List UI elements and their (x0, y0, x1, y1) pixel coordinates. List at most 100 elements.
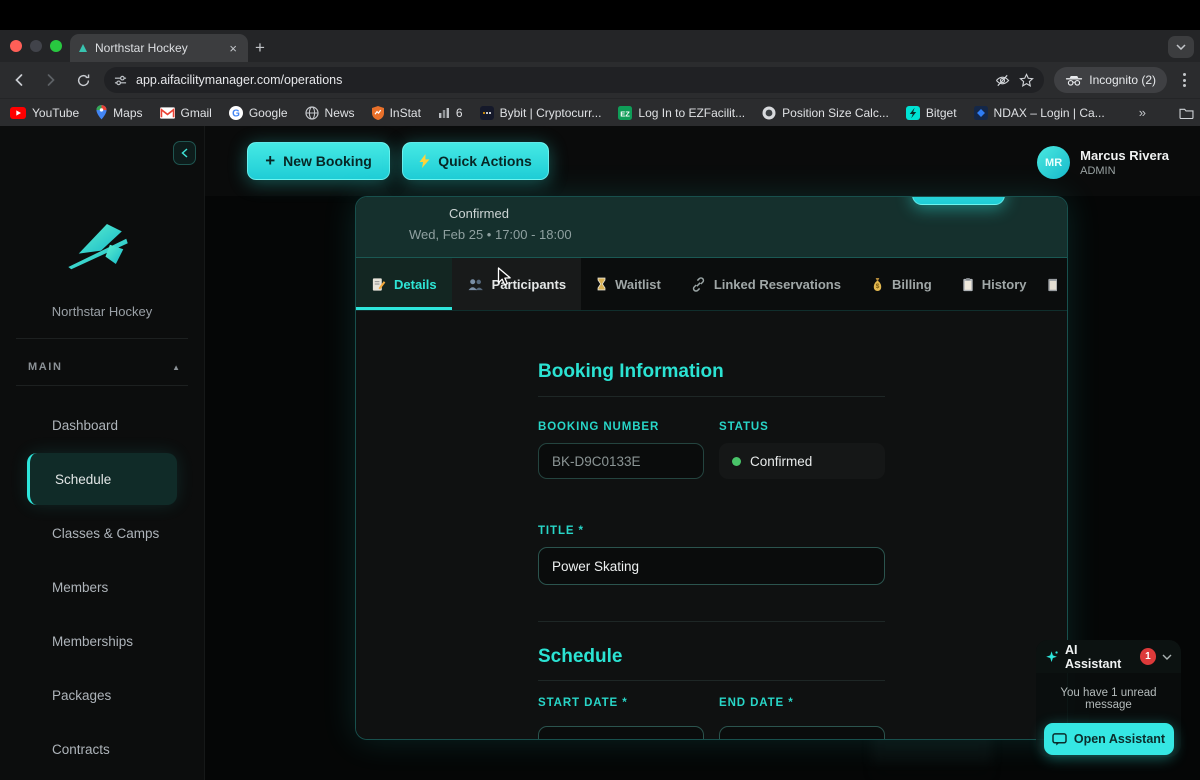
tab-billing[interactable]: $ Billing (856, 258, 947, 310)
sidebar-item-contracts[interactable]: Contracts (0, 722, 204, 776)
bookmark-maps[interactable]: Maps (96, 105, 142, 120)
bookmark-youtube[interactable]: YouTube (10, 106, 79, 120)
end-date-input[interactable] (719, 726, 885, 740)
close-window-button[interactable] (10, 40, 22, 52)
bookmark-bitget[interactable]: Bitget (906, 106, 957, 120)
booking-tabs: Details Participants Waitlist Linked Res… (356, 258, 1067, 311)
tab-title: Northstar Hockey (95, 41, 219, 55)
back-icon[interactable] (8, 72, 30, 88)
bookmark-ndax[interactable]: NDAX – Login | Ca... (974, 106, 1105, 120)
all-bookmarks-button[interactable]: All Bookmarks (1179, 106, 1200, 120)
bookmark-gmail[interactable]: Gmail (160, 106, 212, 120)
svg-text:$: $ (876, 283, 880, 290)
section-collapse-icon[interactable]: ▲ (172, 363, 180, 372)
title-input[interactable] (538, 547, 885, 585)
sidebar-item-dashboard[interactable]: Dashboard (0, 398, 204, 452)
sidebar-divider (16, 338, 188, 339)
bookmark-six[interactable]: 6 (438, 106, 463, 120)
reload-icon[interactable] (72, 73, 94, 88)
browser-menu-icon[interactable] (1177, 73, 1192, 87)
plus-icon: + (265, 151, 275, 171)
sidebar-item-packages[interactable]: Packages (0, 668, 204, 722)
chevron-down-icon[interactable] (1162, 654, 1172, 660)
sidebar-collapse-button[interactable] (173, 141, 196, 165)
instat-shield-icon (372, 106, 384, 120)
mac-menubar (0, 0, 1200, 30)
google-icon: G (229, 106, 243, 120)
svg-text:EZ: EZ (621, 109, 631, 118)
user-menu[interactable]: MR Marcus Rivera ADMIN (1037, 146, 1169, 179)
zoom-window-button[interactable] (50, 40, 62, 52)
app-topbar: + New Booking Quick Actions MR Marcus Ri… (205, 126, 1200, 196)
minimize-window-button[interactable] (30, 40, 42, 52)
lightning-icon (419, 154, 430, 168)
forward-icon[interactable] (40, 72, 62, 88)
bookmark-bybit[interactable]: Bybit | Cryptocurr... (480, 106, 602, 120)
end-date-label: END DATE * (719, 697, 885, 709)
gmail-icon (160, 107, 175, 119)
tab-history[interactable]: History (947, 258, 1042, 310)
start-date-label: START DATE * (538, 697, 704, 709)
ai-assistant-header[interactable]: AI Assistant 1 (1036, 640, 1181, 673)
bitget-icon (906, 106, 920, 120)
incognito-label: Incognito (2) (1089, 73, 1156, 87)
sidebar-divider (16, 385, 188, 386)
incognito-badge[interactable]: Incognito (2) (1054, 67, 1167, 93)
user-name: Marcus Rivera (1080, 148, 1169, 163)
sidebar-item-members[interactable]: Members (0, 560, 204, 614)
bookmark-news[interactable]: News (305, 106, 355, 120)
tab-linked-reservations[interactable]: Linked Reservations (676, 258, 856, 310)
tab-overflow-partial[interactable] (1041, 258, 1057, 310)
bookmark-star-icon[interactable] (1019, 73, 1034, 88)
bookmark-position-size[interactable]: Position Size Calc... (762, 106, 889, 120)
sidebar-item-classes-camps[interactable]: Classes & Camps (0, 506, 204, 560)
status-value: Confirmed (719, 443, 885, 479)
clipboard-icon (962, 277, 974, 292)
svg-text:G: G (232, 108, 240, 119)
chat-bubble-icon (1052, 733, 1067, 746)
tab-details[interactable]: Details (356, 258, 452, 310)
bookmark-instat[interactable]: InStat (372, 106, 421, 120)
tab-search-chevron-icon[interactable] (1168, 36, 1194, 58)
sidebar-item-schedule[interactable]: Schedule (27, 453, 177, 505)
clipboard-icon (1047, 277, 1057, 292)
window-controls[interactable] (10, 40, 62, 52)
tab-strip: Northstar Hockey × + (0, 30, 1200, 62)
bookmark-ezfacility[interactable]: EZ Log In to EZFacilit... (618, 106, 745, 120)
modal-action-button[interactable] (912, 196, 1005, 205)
sidebar-item-memberships[interactable]: Memberships (0, 614, 204, 668)
start-date-input[interactable] (538, 726, 704, 740)
avatar: MR (1037, 146, 1070, 179)
booking-number-input[interactable] (538, 443, 704, 479)
tab-close-icon[interactable]: × (226, 41, 240, 56)
section-divider (538, 621, 885, 622)
browser-toolbar: app.aifacilitymanager.com/operations Inc… (0, 62, 1200, 98)
maps-icon (96, 105, 107, 120)
sidebar-nav: Dashboard Schedule Classes & Camps Membe… (0, 398, 204, 776)
tab-participants[interactable]: Participants (452, 258, 581, 310)
site-settings-icon[interactable] (114, 74, 127, 87)
section-divider (538, 680, 885, 681)
new-tab-button[interactable]: + (255, 38, 265, 58)
org-logo (63, 218, 139, 270)
browser-tab[interactable]: Northstar Hockey × (70, 34, 248, 62)
bookmarks-overflow-icon[interactable]: » (1139, 105, 1145, 120)
booking-modal: Confirmed Wed, Feb 25 • 17:00 - 18:00 De… (355, 196, 1068, 740)
tab-waitlist[interactable]: Waitlist (581, 258, 676, 310)
memo-icon (371, 277, 386, 292)
eye-off-icon[interactable] (995, 73, 1010, 88)
url-text[interactable]: app.aifacilitymanager.com/operations (136, 73, 986, 87)
sidebar: Northstar Hockey MAIN ▲ Dashboard Schedu… (0, 126, 205, 780)
title-label: TITLE * (538, 525, 885, 537)
open-assistant-button[interactable]: Open Assistant (1044, 723, 1174, 755)
unread-message-text: You have 1 unread message (1036, 687, 1181, 711)
quick-actions-button[interactable]: Quick Actions (402, 142, 549, 180)
incognito-icon (1065, 75, 1083, 86)
booking-details-panel: Booking Information BOOKING NUMBER STATU… (356, 311, 1067, 740)
address-bar[interactable]: app.aifacilitymanager.com/operations (104, 67, 1044, 93)
booking-modal-header: Confirmed Wed, Feb 25 • 17:00 - 18:00 (356, 197, 1067, 258)
booking-number-label: BOOKING NUMBER (538, 421, 704, 433)
bookmark-google[interactable]: G Google (229, 106, 288, 120)
org-name: Northstar Hockey (0, 304, 204, 319)
new-booking-button[interactable]: + New Booking (247, 142, 390, 180)
